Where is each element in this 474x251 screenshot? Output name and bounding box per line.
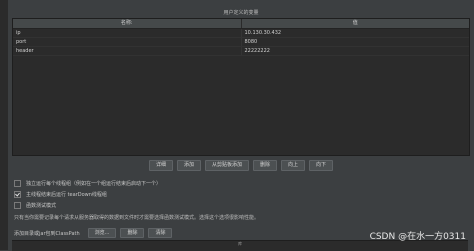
variable-value-cell[interactable]: 10.130.30.432 — [240, 29, 470, 37]
functional-test-mode-label: 函数测试模式 — [26, 203, 57, 209]
delete-button[interactable]: 删除 — [253, 160, 278, 171]
test-plan-options: 独立运行每个线程组（例如在一个组运行结束后启动下一个） 主线程结束后运行 tea… — [14, 179, 161, 212]
classpath-controls: 添加目录或jar包到ClassPath 浏览... 删除 清除 — [14, 228, 173, 238]
table-row[interactable]: ip 10.130.30.432 — [13, 29, 469, 38]
variable-name-cell[interactable]: header — [13, 47, 241, 55]
watermark: CSDN @在水一方0311 — [369, 232, 466, 242]
browse-button[interactable]: 浏览... — [87, 228, 117, 238]
column-header-name[interactable]: 名称: — [13, 19, 241, 28]
add-from-clipboard-button[interactable]: 从剪贴板添加 — [204, 160, 249, 171]
variable-value-cell[interactable]: 8080 — [240, 38, 470, 46]
functional-mode-hint: 只有当你需要记录每个请求从服务器取得的数据到文件时才需要选择函数测试模式。选择这… — [14, 215, 260, 221]
run-consecutively-label: 独立运行每个线程组（例如在一个组运行结束后启动下一个） — [26, 181, 162, 187]
table-header: 名称: 值 — [13, 19, 469, 29]
run-teardown-checkbox[interactable] — [14, 191, 21, 198]
run-teardown-option[interactable]: 主线程结束后运行 tearDown线程组 — [14, 190, 161, 199]
top-band — [8, 0, 474, 8]
variable-name-cell[interactable]: port — [13, 38, 241, 46]
table-row[interactable]: port 8080 — [13, 38, 469, 47]
run-thread-groups-consecutively-option[interactable]: 独立运行每个线程组（例如在一个组运行结束后启动下一个） — [14, 179, 161, 188]
variables-table: 名称: 值 ip 10.130.30.432 port 8080 header … — [12, 18, 470, 156]
add-button[interactable]: 添加 — [176, 160, 201, 171]
run-consecutively-checkbox[interactable] — [14, 180, 21, 187]
run-teardown-label: 主线程结束后运行 tearDown线程组 — [26, 192, 107, 198]
table-row[interactable]: header 22222222 — [13, 47, 469, 56]
functional-test-mode-checkbox[interactable] — [14, 202, 21, 209]
table-action-buttons: 详细 添加 从剪贴板添加 删除 向上 向下 — [8, 160, 474, 171]
functional-test-mode-option[interactable]: 函数测试模式 — [14, 201, 161, 210]
column-header-value[interactable]: 值 — [240, 19, 470, 28]
move-up-button[interactable]: 向上 — [281, 160, 306, 171]
variable-name-cell[interactable]: ip — [13, 29, 241, 37]
window-border — [0, 0, 8, 250]
classpath-clear-button[interactable]: 清除 — [148, 228, 173, 238]
variable-value-cell[interactable]: 22222222 — [240, 47, 470, 55]
section-title: 用户定义的变量 — [223, 10, 259, 16]
classpath-delete-button[interactable]: 删除 — [120, 228, 145, 238]
classpath-label: 添加目录或jar包到ClassPath — [14, 230, 80, 237]
move-down-button[interactable]: 向下 — [309, 160, 334, 171]
detail-button[interactable]: 详细 — [148, 160, 173, 171]
